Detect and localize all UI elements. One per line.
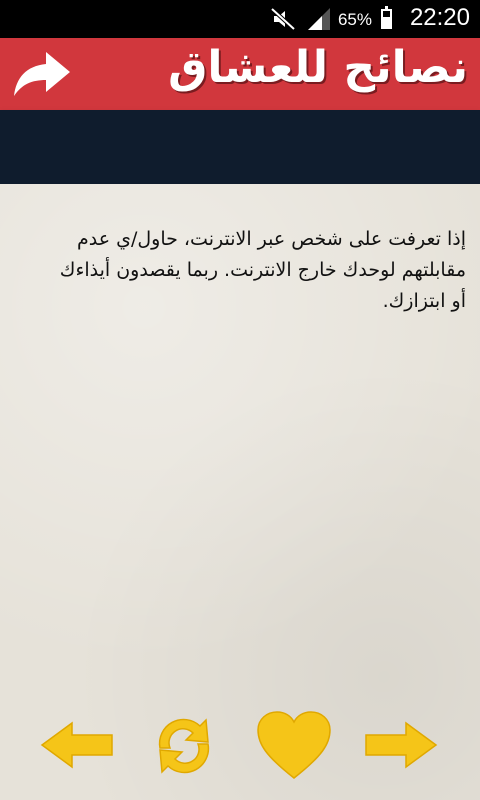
mute-icon — [270, 7, 296, 31]
status-bar: 65% 22:20 — [0, 0, 480, 38]
battery-icon — [381, 6, 392, 29]
header-band — [0, 110, 480, 184]
clock: 22:20 — [409, 4, 470, 31]
share-arrow-icon[interactable] — [12, 50, 72, 98]
app-bar: نصائح للعشاق — [0, 38, 480, 110]
battery-percent: 65% — [337, 10, 372, 29]
refresh-icon[interactable] — [148, 712, 220, 780]
content-area: إذا تعرفت على شخص عبر الانترنت، حاول/ي ع… — [0, 184, 480, 800]
tip-text: إذا تعرفت على شخص عبر الانترنت، حاول/ي ع… — [59, 228, 466, 312]
app-title: نصائح للعشاق — [168, 42, 468, 93]
signal-icon — [308, 8, 330, 30]
previous-arrow-icon[interactable] — [40, 720, 114, 770]
heart-icon[interactable] — [256, 710, 332, 780]
next-arrow-icon[interactable] — [364, 720, 438, 770]
